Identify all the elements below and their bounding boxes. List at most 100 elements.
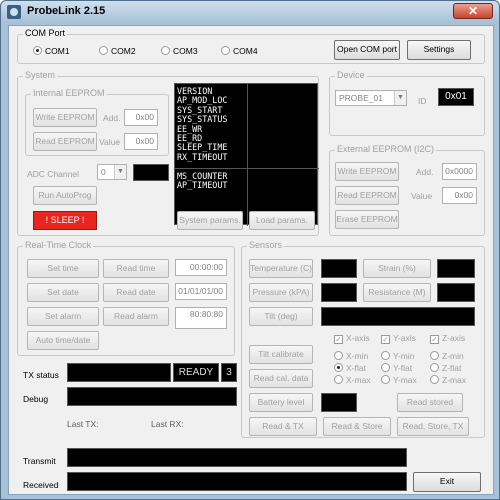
device-select[interactable]: PROBE_01 ▼ (335, 90, 407, 106)
system-status-list[interactable]: VERSION AP_MOD_LOC SYS_START SYS_STATUS … (174, 83, 319, 226)
chevron-down-icon[interactable]: ▼ (394, 91, 406, 105)
status-item: AP_TIMEOUT (177, 180, 228, 191)
radio-selected-icon (334, 363, 343, 372)
status-column-divider (247, 84, 248, 226)
radio-y-min[interactable]: Y-min (381, 351, 414, 363)
sensors-group-label: Sensors (247, 240, 285, 250)
ready-indicator: READY (173, 363, 219, 382)
checkmark-icon: ✓ (381, 335, 390, 344)
radio-icon (161, 46, 170, 55)
resistance-display (437, 283, 475, 302)
radio-z-flat[interactable]: Z-flat (430, 363, 461, 375)
radio-icon (99, 46, 108, 55)
device-id-display: 0x01 (438, 88, 474, 106)
internal-add-field[interactable]: 0x00 (124, 109, 158, 126)
device-id-label: ID (418, 96, 427, 106)
radio-x-max[interactable]: X-max (334, 375, 371, 387)
debug-label: Debug (23, 394, 49, 404)
read-tx-button[interactable]: Read & TX (249, 417, 317, 436)
received-display (67, 472, 407, 491)
chevron-down-icon[interactable]: ▼ (114, 165, 126, 179)
battery-display (321, 393, 357, 412)
com-port-group-label: COM Port (23, 28, 68, 38)
radio-com3[interactable]: COM3 (161, 46, 198, 58)
read-store-tx-button[interactable]: Read, Store, TX (397, 417, 469, 436)
client-area: COM Port COM1 COM2 COM3 COM4 Open COM po… (8, 25, 494, 495)
external-add-label: Add. (416, 167, 434, 177)
close-button[interactable]: ✕ (453, 3, 493, 19)
window-title: ProbeLink 2.15 (27, 5, 106, 17)
radio-x-flat[interactable]: X-flat (334, 363, 366, 375)
adc-channel-label: ADC Channel (27, 169, 79, 179)
tx-status-label: TX status (23, 370, 59, 380)
radio-y-max[interactable]: Y-max (381, 375, 417, 387)
checkbox-z-axis[interactable]: ✓ Z-axis (430, 333, 465, 345)
set-date-button[interactable]: Set date (27, 283, 99, 302)
status-row-divider (175, 168, 319, 169)
settings-button[interactable]: Settings (407, 40, 471, 60)
checkbox-y-axis[interactable]: ✓ Y-axis (381, 333, 416, 345)
open-com-port-button[interactable]: Open COM port (334, 40, 400, 60)
read-cal-data-button[interactable]: Read cal. data (249, 369, 313, 388)
erase-eeprom-button[interactable]: Erase EEPROM (335, 210, 399, 229)
title-bar[interactable]: ProbeLink 2.15 ✕ (1, 1, 499, 23)
exit-button[interactable]: Exit (413, 472, 481, 492)
radio-com1[interactable]: COM1 (33, 46, 70, 58)
external-value-field[interactable]: 0x00 (442, 187, 477, 204)
radio-icon (430, 351, 439, 360)
radio-y-flat[interactable]: Y-flat (381, 363, 412, 375)
status-item: RX_TIMEOUT (177, 151, 228, 162)
radio-icon (381, 375, 390, 384)
radio-z-min[interactable]: Z-min (430, 351, 464, 363)
radio-selected-icon (33, 46, 42, 55)
set-time-button[interactable]: Set time (27, 259, 99, 278)
internal-value-field[interactable]: 0x00 (124, 133, 158, 150)
date-field[interactable]: 01/01/01/00 (175, 283, 227, 300)
internal-value-label: Value (99, 137, 121, 147)
read-stored-button[interactable]: Read stored (397, 393, 463, 412)
alarm-field[interactable]: 80:80:80 (175, 307, 227, 329)
status-list-labels-2: MS_COUNTER AP_TIMEOUT (177, 171, 228, 191)
radio-icon (381, 363, 390, 372)
sleep-button[interactable]: ! SLEEP ! (33, 211, 97, 230)
tilt-button[interactable]: Tilt (deg) (249, 307, 313, 326)
strain-button[interactable]: Strain (%) (363, 259, 431, 278)
external-write-eeprom-button[interactable]: Write EEPROM (335, 162, 399, 181)
read-alarm-button[interactable]: Read alarm (103, 307, 169, 326)
radio-x-min[interactable]: X-min (334, 351, 368, 363)
radio-com4[interactable]: COM4 (221, 46, 258, 58)
pressure-display (321, 283, 357, 302)
tilt-calibrate-button[interactable]: Tilt calibrate (249, 345, 313, 364)
radio-com2[interactable]: COM2 (99, 46, 136, 58)
pressure-button[interactable]: Pressure (kPA) (249, 283, 313, 302)
adc-value-display (133, 164, 169, 181)
internal-read-eeprom-button[interactable]: Read EEPROM (33, 132, 97, 151)
external-value-label: Value (411, 191, 433, 201)
read-store-button[interactable]: Read & Store (323, 417, 391, 436)
load-params-button[interactable]: Load params. (249, 211, 315, 230)
set-alarm-button[interactable]: Set alarm (27, 307, 99, 326)
device-group-label: Device (335, 70, 367, 80)
read-time-button[interactable]: Read time (103, 259, 169, 278)
radio-z-max[interactable]: Z-max (430, 375, 466, 387)
device-selected-value: PROBE_01 (339, 93, 383, 103)
auto-time-date-button[interactable]: Auto time/date (27, 331, 99, 350)
adc-channel-select[interactable]: 0 ▼ (97, 164, 127, 180)
external-read-eeprom-button[interactable]: Read EEPROM (335, 186, 399, 205)
internal-eeprom-group-label: Internal EEPROM (31, 88, 107, 98)
radio-icon (430, 363, 439, 372)
checkmark-icon: ✓ (430, 335, 439, 344)
status-list-labels: VERSION AP_MOD_LOC SYS_START SYS_STATUS … (177, 86, 228, 162)
internal-write-eeprom-button[interactable]: Write EEPROM (33, 108, 97, 127)
system-params-button[interactable]: System params. (177, 211, 243, 230)
read-date-button[interactable]: Read date (103, 283, 169, 302)
checkbox-x-axis[interactable]: ✓ X-axis (334, 333, 370, 345)
time-field[interactable]: 00:00:00 (175, 259, 227, 276)
external-add-field[interactable]: 0x0000 (442, 163, 477, 180)
run-autoprog-button[interactable]: Run AutoProg (33, 186, 97, 205)
battery-level-button[interactable]: Battery level (249, 393, 313, 412)
temperature-button[interactable]: Temperature (C) (249, 259, 313, 278)
tx-status-display (67, 363, 171, 382)
resistance-button[interactable]: Resistance (M) (363, 283, 431, 302)
app-icon (7, 5, 21, 19)
